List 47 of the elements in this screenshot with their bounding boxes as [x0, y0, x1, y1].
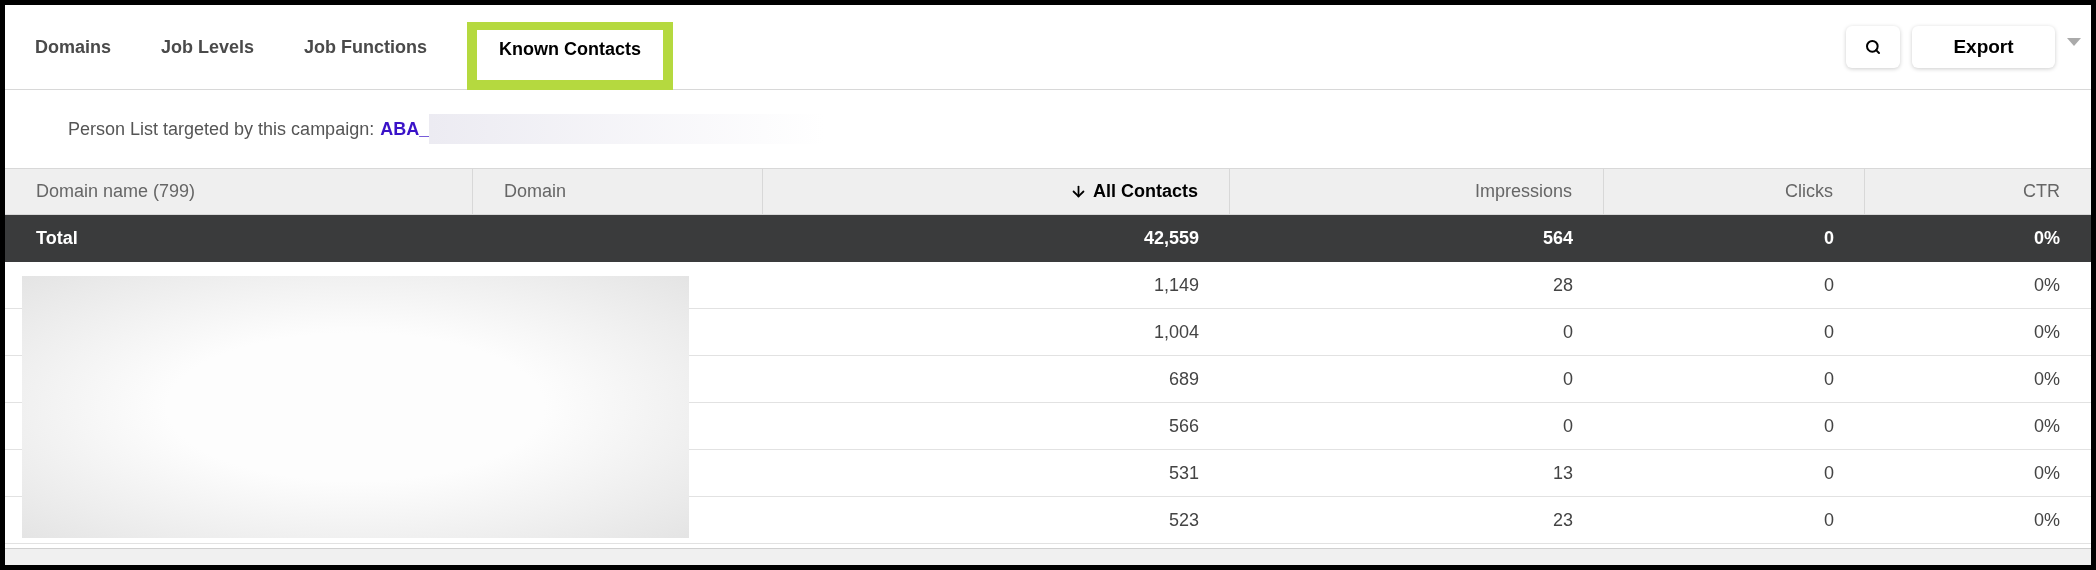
table-cell-text: 0%: [2034, 367, 2060, 391]
table-cell-text: 523: [1168, 508, 1199, 532]
column-header[interactable]: All Contacts: [763, 169, 1230, 214]
table-cell-text: 566: [1168, 414, 1199, 438]
dropdown-caret-icon[interactable]: [2067, 38, 2081, 46]
table-cell-text: 0: [1824, 320, 1834, 344]
table-cell-text: 0: [1563, 367, 1573, 391]
table-cell-text: 0: [1563, 414, 1573, 438]
table-cell-text: 531: [1168, 461, 1199, 485]
total-label: Total: [36, 227, 78, 250]
table-cell-text: 0%: [2034, 461, 2060, 485]
table-cell-text: 0%: [2034, 273, 2060, 297]
search-button[interactable]: [1846, 26, 1900, 68]
table-cell-text: 1,149: [1153, 273, 1199, 297]
tab[interactable]: Known Contacts: [467, 22, 674, 90]
table-cell-text: 0%: [2034, 414, 2060, 438]
total-cell-text: 564: [1542, 227, 1573, 250]
table-cell-text: 0: [1563, 320, 1573, 344]
column-header[interactable]: Impressions: [1230, 169, 1604, 214]
search-icon: [1865, 39, 1881, 55]
column-header[interactable]: Clicks: [1604, 169, 1865, 214]
column-header[interactable]: CTR: [1865, 169, 2091, 214]
tab[interactable]: Domains: [25, 5, 122, 89]
tab[interactable]: Job Levels: [151, 5, 265, 89]
total-cell-text: 0: [1824, 227, 1834, 250]
person-list-link[interactable]: ABA_: [380, 115, 430, 143]
total-cell-text: 42,559: [1143, 227, 1199, 250]
total-cell-text: 0%: [2034, 227, 2060, 250]
table-cell-text: 0: [1824, 414, 1834, 438]
sort-arrow-icon: [1070, 183, 1087, 200]
table-cell-text: 0: [1824, 273, 1834, 297]
table-cell-text: 13: [1552, 461, 1573, 485]
horizontal-scrollbar[interactable]: [5, 548, 2091, 565]
table-cell-text: 0: [1824, 461, 1834, 485]
table-cell-text: 0: [1824, 367, 1834, 391]
table-cell-text: 0%: [2034, 508, 2060, 532]
table-cell-text: 0%: [2034, 320, 2060, 344]
table-cell-text: 1,004: [1153, 320, 1199, 344]
table-cell-text: 689: [1168, 367, 1199, 391]
table-cell-text: 0: [1824, 508, 1834, 532]
export-button[interactable]: Export: [1912, 26, 2055, 68]
table-cell-text: 28: [1552, 273, 1573, 297]
tab[interactable]: Job Functions: [294, 5, 438, 89]
table-cell-text: 23: [1552, 508, 1573, 532]
column-header[interactable]: Domain name (799): [5, 169, 473, 214]
column-header[interactable]: Domain: [473, 169, 763, 214]
person-list-label: Person List targeted by this campaign:: [68, 117, 375, 141]
